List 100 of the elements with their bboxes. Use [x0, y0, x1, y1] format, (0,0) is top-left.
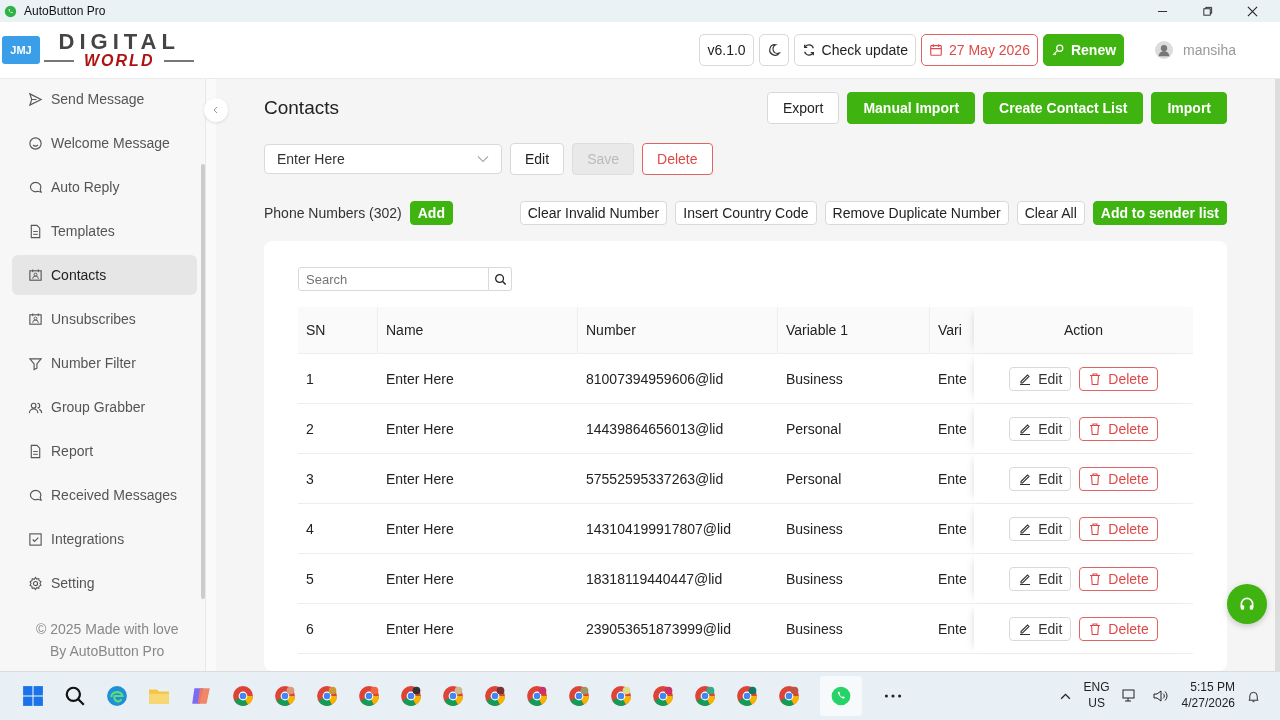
- sidebar-item[interactable]: Templates: [12, 211, 197, 251]
- page-title: Contacts: [264, 97, 339, 119]
- edit-button[interactable]: Edit: [1009, 466, 1072, 491]
- chevron-down-icon: [477, 155, 489, 163]
- windows-start-icon[interactable]: [22, 685, 44, 707]
- chat-icon: [28, 179, 43, 195]
- table-cell-text: 4: [305, 519, 315, 539]
- table-cell-text: Ente: [937, 519, 968, 539]
- region-text[interactable]: US: [1088, 696, 1105, 712]
- list-button[interactable]: Delete: [642, 143, 713, 175]
- sidebar-item[interactable]: Received Messages: [12, 475, 197, 515]
- action-button[interactable]: Export: [766, 92, 840, 124]
- chrome-icon[interactable]: [400, 685, 422, 707]
- chevron-left-icon: [212, 106, 220, 114]
- checkbox-icon: [28, 531, 43, 547]
- sidebar-item[interactable]: Group Grabber: [12, 387, 197, 427]
- search-icon: [493, 272, 507, 286]
- table-cell-text: Enter Here: [385, 569, 455, 589]
- sidebar-item[interactable]: Unsubscribes: [12, 299, 197, 339]
- column-header: Number: [578, 307, 778, 353]
- clock-time[interactable]: 5:15 PM: [1190, 680, 1235, 696]
- footer-text: © 2025 Made with love: [36, 621, 180, 637]
- language-text[interactable]: ENG: [1083, 680, 1110, 696]
- sidebar-item[interactable]: Number Filter: [12, 343, 197, 383]
- settings-icon: [28, 575, 43, 591]
- table-cell-text: Ente: [937, 469, 968, 489]
- pencil-icon: [1018, 521, 1033, 536]
- table-cell-text: Enter Here: [385, 619, 455, 639]
- table-cell-text: Enter Here: [385, 369, 455, 389]
- delete-button[interactable]: Delete: [1079, 416, 1158, 441]
- search-button[interactable]: [489, 267, 512, 291]
- version-button[interactable]: v6.1.0: [699, 34, 754, 66]
- edge-browser-icon[interactable]: [106, 685, 128, 707]
- pencil-icon: [1018, 621, 1033, 636]
- sidebar-item[interactable]: Send Message: [12, 79, 197, 119]
- trash-icon: [1088, 421, 1103, 436]
- maximize-icon[interactable]: [1202, 5, 1213, 17]
- tool-button[interactable]: Clear All: [1016, 201, 1085, 225]
- sidebar-item[interactable]: Setting: [12, 563, 197, 603]
- contact-card-icon: [28, 311, 43, 327]
- table-cell-text: 14439864656013@lid: [585, 419, 725, 439]
- column-header: Name: [378, 307, 578, 353]
- search-field[interactable]: Search: [298, 267, 489, 291]
- key-icon: [1050, 43, 1065, 57]
- table-cell-text: Personal: [785, 469, 843, 489]
- window-title: AutoButton Pro: [24, 4, 106, 18]
- table-cell-text: Business: [785, 619, 844, 639]
- headset-icon: [1238, 595, 1256, 613]
- edit-button[interactable]: Edit: [1009, 616, 1072, 641]
- table-cell-text: Business: [785, 369, 844, 389]
- clock-date[interactable]: 4/27/2026: [1181, 696, 1235, 712]
- sidebar-item[interactable]: Welcome Message: [12, 123, 197, 163]
- delete-button[interactable]: Delete: [1079, 516, 1158, 541]
- sidebar-item[interactable]: Integrations: [12, 519, 197, 559]
- calendar-icon: [929, 43, 943, 57]
- check-update-button[interactable]: Check update: [793, 34, 916, 66]
- table-cell-text: 3: [305, 469, 315, 489]
- contact-list-dropdown[interactable]: Enter Here: [264, 144, 502, 174]
- speaker-icon[interactable]: [1151, 689, 1170, 703]
- pencil-icon: [1018, 421, 1033, 436]
- column-header: SN: [298, 307, 378, 353]
- app-icon: [4, 4, 17, 18]
- edit-button[interactable]: Edit: [1009, 416, 1072, 441]
- tool-button[interactable]: Insert Country Code: [675, 201, 817, 225]
- support-button[interactable]: [1227, 584, 1267, 624]
- expiry-date-button[interactable]: 27 May 2026: [921, 34, 1038, 66]
- phone-numbers-label: Phone Numbers (302): [264, 205, 402, 221]
- table-cell-text: Ente: [937, 619, 968, 639]
- tool-button[interactable]: Clear Invalid Number: [519, 201, 668, 225]
- sidebar-item[interactable]: Auto Reply: [12, 167, 197, 207]
- edit-button[interactable]: Edit: [1009, 516, 1072, 541]
- sidebar-item[interactable]: Report: [12, 431, 197, 471]
- contact-card-icon: [28, 267, 43, 283]
- delete-button[interactable]: Delete: [1079, 566, 1158, 591]
- sidebar-item[interactable]: Contacts: [12, 255, 197, 295]
- edit-button[interactable]: Edit: [1009, 366, 1072, 391]
- bell-icon[interactable]: [1247, 689, 1260, 703]
- delete-button[interactable]: Delete: [1079, 366, 1158, 391]
- footer-text: By AutoButton Pro: [49, 643, 166, 659]
- list-button[interactable]: Edit: [510, 143, 565, 175]
- table-cell-text: 57552595337263@lid: [585, 469, 725, 489]
- theme-button[interactable]: [758, 34, 789, 66]
- table-cell-text: Business: [785, 519, 844, 539]
- trash-icon: [1088, 521, 1103, 536]
- pencil-icon: [1018, 471, 1033, 486]
- chrome-icon[interactable]: [484, 685, 506, 707]
- avatar-icon[interactable]: [1155, 41, 1174, 59]
- document-icon: [28, 443, 43, 459]
- delete-button[interactable]: Delete: [1079, 466, 1158, 491]
- search-icon[interactable]: [64, 685, 86, 707]
- close-icon[interactable]: [1247, 5, 1258, 17]
- table-cell-text: 1: [305, 369, 315, 389]
- send-icon: [28, 91, 43, 107]
- tool-button[interactable]: Remove Duplicate Number: [824, 201, 1009, 225]
- copilot-icon[interactable]: [190, 685, 212, 707]
- chrome-icon[interactable]: [736, 685, 758, 707]
- logo: JMJ DIGITAL WORLD: [2, 31, 195, 69]
- edit-button[interactable]: Edit: [1009, 566, 1072, 591]
- filter-icon: [28, 355, 43, 371]
- delete-button[interactable]: Delete: [1079, 616, 1158, 641]
